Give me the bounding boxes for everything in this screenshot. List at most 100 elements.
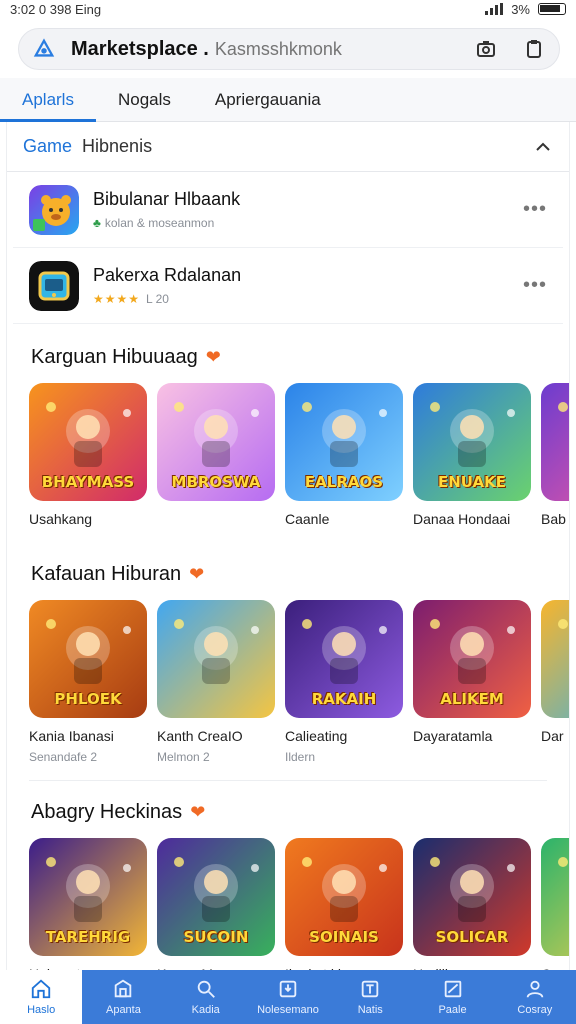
filter-text: Hibnenis (82, 136, 153, 156)
game-thumbnail[interactable]: SOINAIS (285, 838, 403, 956)
game-title: Kania Ibanasi (29, 728, 114, 744)
game-title: Dayaratamla (413, 728, 493, 744)
nav-item-search[interactable]: Kadia (165, 970, 247, 1024)
game-banner-text: RAKAIH (311, 690, 377, 708)
game-card[interactable]: EALRAOS Caanle (285, 383, 403, 533)
game-thumbnail[interactable]: PHLOEK (29, 600, 147, 718)
home-icon (31, 979, 51, 999)
game-thumbnail[interactable]: ALIKEM (413, 600, 531, 718)
game-banner-text: SOINAIS (309, 928, 379, 946)
nav-item-apps[interactable]: Apanta (82, 970, 164, 1024)
game-thumbnail[interactable]: RAKAIH (285, 600, 403, 718)
clipboard-icon[interactable] (523, 38, 545, 60)
search-input[interactable] (214, 38, 465, 60)
nav-item-chart[interactable]: Paale (411, 970, 493, 1024)
more-options-icon[interactable]: ••• (523, 274, 547, 297)
game-carousel[interactable]: BHAYMASS Usahkang MBROSWA EALRAOS Caanle ENUA… (7, 383, 569, 533)
category-filter[interactable]: Game Hibnenis (7, 122, 569, 172)
game-art-icon (558, 857, 568, 867)
status-bar: 3:02 0 398 Eing 3% (0, 0, 576, 18)
filter-chip[interactable]: Game (23, 136, 72, 157)
more-options-icon[interactable]: ••• (523, 198, 547, 221)
signal-icon (485, 3, 504, 15)
tab-nogals[interactable]: Nogals (96, 78, 193, 122)
battery-icon (538, 3, 566, 15)
nav-item-library[interactable]: Natis (329, 970, 411, 1024)
main-content: Game Hibnenis Bibulanar Hlbaank ♣ kolan &… (6, 122, 570, 970)
nav-label: Kadia (191, 1004, 220, 1016)
nav-label: Cosray (517, 1004, 553, 1016)
game-thumbnail[interactable]: TAREHRIG (29, 838, 147, 956)
leaf-icon: ♣ (93, 216, 101, 230)
game-card[interactable]: Bab (541, 383, 569, 533)
game-thumbnail[interactable] (157, 600, 275, 718)
game-banner-text: TAREHRIG (45, 928, 131, 946)
game-thumbnail[interactable]: MBROSWA (157, 383, 275, 501)
game-thumbnail[interactable]: ENUAKE (413, 383, 531, 501)
search-icon (197, 980, 215, 998)
game-title: Usahkang (29, 511, 93, 527)
game-thumbnail[interactable]: BHAYMASS (29, 383, 147, 501)
search-bar[interactable]: Marketsplace . (18, 28, 560, 70)
game-card[interactable]: PHLOEK Kania Ibanasi Senandafe 2 (29, 600, 147, 764)
apps-icon (115, 979, 132, 998)
heart-icon: ❤ (189, 564, 205, 584)
section-title: Abagry Heckinas ❤ (31, 801, 206, 823)
game-card[interactable]: Dar (541, 600, 569, 764)
nav-item-updates[interactable]: Nolesemano (247, 970, 329, 1024)
updates-icon (279, 980, 297, 998)
game-banner-text: SOLICAR (435, 928, 509, 946)
game-card[interactable]: ALIKEM Dayaratamla (413, 600, 531, 764)
game-thumbnail[interactable] (541, 838, 569, 956)
game-banner-text: MBROSWA (171, 473, 261, 491)
chevron-up-icon[interactable] (533, 137, 553, 157)
tab-apriergauania[interactable]: Apriergauania (193, 78, 343, 122)
nav-label: Natis (357, 1004, 383, 1016)
game-banner-text: EALRAOS (304, 473, 384, 491)
game-banner-text: ALIKEM (440, 690, 504, 708)
tab-aplarls[interactable]: Aplarls (0, 78, 96, 122)
game-banner-text: BHAYMASS (41, 473, 135, 491)
bottom-navigation: Haslo Apanta Kadia Nolesemano Natis Paale Cosr… (0, 970, 576, 1024)
game-thumbnail[interactable]: SOLICAR (413, 838, 531, 956)
game-card[interactable]: Cae (541, 838, 569, 970)
game-thumbnail[interactable]: EALRAOS (285, 383, 403, 501)
game-thumbnail[interactable]: SUCOIN (157, 838, 275, 956)
game-banner-text: PHLOEK (54, 690, 122, 708)
game-card[interactable]: ENUAKE Danaa Hondaai (413, 383, 531, 533)
game-banner-text: ENUAKE (438, 473, 506, 491)
game-subtitle: Ildern (285, 750, 316, 764)
game-subtitle: Senandafe 2 (29, 750, 98, 764)
section-title: Karguan Hibuuaag ❤ (31, 346, 221, 368)
app-name: Pakerxa Rdalanan (93, 265, 242, 285)
game-thumbnail[interactable] (541, 600, 569, 718)
app-list-item[interactable]: Pakerxa Rdalanan ★★★★ L 20 ••• (13, 248, 563, 324)
nav-item-home[interactable]: Haslo (0, 970, 83, 1024)
game-thumbnail[interactable] (541, 383, 569, 501)
game-title: Calieating (285, 728, 348, 744)
tab-bar: Aplarls Nogals Apriergauania (0, 78, 576, 122)
app-name: Bibulanar Hlbaank (93, 189, 241, 209)
game-card[interactable]: TAREHRIGHakesatamDonarian (29, 838, 147, 970)
game-title: Bab (541, 511, 566, 527)
game-card[interactable]: RAKAIH Calieating Ildern (285, 600, 403, 764)
app-subtitle: kolan & moseanmon (104, 216, 215, 230)
game-card[interactable]: SUCOINKagon MasasGrimone (157, 838, 275, 970)
nav-label: Haslo (27, 1004, 56, 1016)
game-title: Dar (541, 728, 564, 744)
status-icons: 3% (485, 2, 566, 17)
game-carousel[interactable]: PHLOEK Kania Ibanasi Senandafe 2 Kanth Crea… (7, 600, 569, 764)
game-carousel[interactable]: TAREHRIGHakesatamDonarianSUCOINKagon Mas… (7, 838, 569, 970)
camera-icon[interactable] (475, 38, 497, 60)
game-card[interactable]: MBROSWA (157, 383, 275, 533)
game-card[interactable]: SOLICARHadiliseNonseneasain (413, 838, 531, 970)
rating-stars: ★★★★ (93, 292, 141, 306)
game-card[interactable]: BHAYMASS Usahkang (29, 383, 147, 533)
game-title: Kanth CreaIO (157, 728, 243, 744)
nav-label: Apanta (105, 1004, 141, 1016)
game-art-icon (558, 402, 568, 412)
game-card[interactable]: Kanth CreaIO Melmon 2 (157, 600, 275, 764)
nav-item-profile[interactable]: Cosray (494, 970, 576, 1024)
game-card[interactable]: SOINAISIkarket king14 (285, 838, 403, 970)
app-list-item[interactable]: Bibulanar Hlbaank ♣ kolan & moseanmon ••• (13, 172, 563, 248)
